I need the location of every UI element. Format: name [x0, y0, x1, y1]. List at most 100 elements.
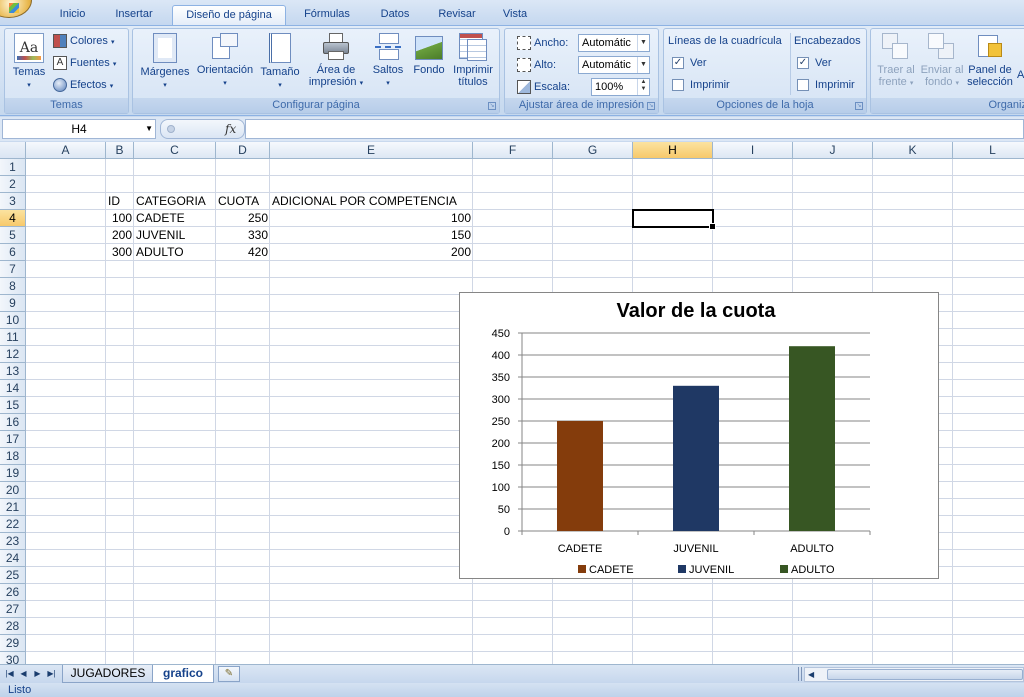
worksheet-grid[interactable]: ID CATEGORIA CUOTA ADICIONAL POR COMPETENCI…: [0, 142, 1024, 664]
colores-button[interactable]: Colores ▾: [53, 31, 114, 51]
column-header[interactable]: A: [26, 142, 106, 159]
row-header[interactable]: 14: [0, 380, 26, 397]
cell-E5[interactable]: 150: [270, 227, 473, 244]
panel-seleccion-button[interactable]: Panel de selección: [965, 31, 1015, 88]
scroll-thumb[interactable]: [827, 669, 1023, 680]
row-header[interactable]: 8: [0, 278, 26, 295]
column-header[interactable]: D: [216, 142, 270, 159]
traer-al-frente-button[interactable]: Traer al frente ▾: [873, 31, 919, 90]
row-header[interactable]: 10: [0, 312, 26, 329]
row-header[interactable]: 5: [0, 227, 26, 244]
column-header[interactable]: F: [473, 142, 553, 159]
prev-sheet-icon[interactable]: ◀: [18, 668, 29, 680]
column-header[interactable]: I: [713, 142, 793, 159]
first-sheet-icon[interactable]: |◀: [4, 668, 15, 680]
row-header[interactable]: 7: [0, 261, 26, 278]
opciones-launcher-icon[interactable]: ↘: [855, 102, 863, 110]
cell-E4[interactable]: 100: [270, 210, 473, 227]
row-header[interactable]: 15: [0, 397, 26, 414]
cell-D4[interactable]: 250: [216, 210, 270, 227]
efectos-button[interactable]: Efectos ▾: [53, 75, 113, 95]
row-header[interactable]: 27: [0, 601, 26, 618]
encabezados-imprimir-checkbox[interactable]: Imprimir: [797, 75, 855, 95]
cell-E6[interactable]: 200: [270, 244, 473, 261]
cell-D6[interactable]: 420: [216, 244, 270, 261]
lineas-imprimir-checkbox[interactable]: Imprimir: [672, 75, 730, 95]
row-header[interactable]: 1: [0, 159, 26, 176]
encabezados-ver-checkbox[interactable]: ✓ Ver: [797, 53, 832, 73]
column-header[interactable]: H: [633, 142, 713, 159]
column-header[interactable]: J: [793, 142, 873, 159]
select-all-corner[interactable]: [0, 142, 26, 159]
row-header[interactable]: 13: [0, 363, 26, 380]
sheet-tab-1[interactable]: grafico: [152, 665, 214, 683]
row-header[interactable]: 4: [0, 210, 26, 227]
row-header[interactable]: 12: [0, 346, 26, 363]
row-header[interactable]: 28: [0, 618, 26, 635]
row-header[interactable]: 11: [0, 329, 26, 346]
tab-4[interactable]: Datos: [370, 5, 420, 26]
name-box[interactable]: H4 ▼: [2, 119, 156, 139]
horizontal-scrollbar[interactable]: ◀: [804, 667, 1024, 682]
row-header[interactable]: 30: [0, 652, 26, 664]
row-header[interactable]: 22: [0, 516, 26, 533]
scroll-left-icon[interactable]: ◀: [808, 668, 814, 681]
active-cell-cursor[interactable]: [632, 209, 716, 230]
escala-spinner[interactable]: 100% ▲ ▼: [591, 78, 650, 96]
row-header[interactable]: 16: [0, 414, 26, 431]
row-header[interactable]: 23: [0, 533, 26, 550]
row-header[interactable]: 6: [0, 244, 26, 261]
tab-3[interactable]: Fórmulas: [292, 5, 362, 26]
row-header[interactable]: 17: [0, 431, 26, 448]
area-impresion-button[interactable]: Área de impresión ▾: [305, 31, 367, 90]
row-header[interactable]: 29: [0, 635, 26, 652]
row-header[interactable]: 3: [0, 193, 26, 210]
row-header[interactable]: 2: [0, 176, 26, 193]
row-header[interactable]: 21: [0, 499, 26, 516]
row-header[interactable]: 25: [0, 567, 26, 584]
row-header[interactable]: 19: [0, 465, 26, 482]
column-header[interactable]: C: [134, 142, 216, 159]
column-header[interactable]: K: [873, 142, 953, 159]
tab-2[interactable]: Diseño de página: [172, 5, 286, 26]
configurar-launcher-icon[interactable]: ↘: [488, 102, 496, 110]
bar-chart[interactable]: Valor de la cuota 0 50 100 150 200 250 300 350 40…: [459, 292, 939, 579]
row-header[interactable]: 20: [0, 482, 26, 499]
last-sheet-icon[interactable]: ▶|: [46, 668, 57, 680]
row-header[interactable]: 26: [0, 584, 26, 601]
enviar-al-fondo-button[interactable]: Enviar al fondo ▾: [919, 31, 965, 90]
saltos-button[interactable]: Saltos ▾: [367, 31, 409, 90]
next-sheet-icon[interactable]: ▶: [32, 668, 43, 680]
fuentes-button[interactable]: A Fuentes ▾: [53, 53, 116, 73]
tab-5[interactable]: Revisar: [426, 5, 488, 26]
temas-button[interactable]: Aa Temas ▾: [9, 31, 49, 92]
cell-E3[interactable]: ADICIONAL POR COMPETENCIA: [270, 193, 530, 210]
row-header[interactable]: 24: [0, 550, 26, 567]
tab-1[interactable]: Insertar: [104, 5, 164, 26]
margenes-button[interactable]: Márgenes ▾: [137, 31, 193, 92]
row-header[interactable]: 9: [0, 295, 26, 312]
column-header[interactable]: E: [270, 142, 473, 159]
cell-B4[interactable]: 100: [106, 210, 134, 227]
sheet-tab-0[interactable]: JUGADORES: [62, 665, 154, 683]
tab-splitter[interactable]: [798, 667, 802, 681]
column-header[interactable]: B: [106, 142, 134, 159]
alto-combo[interactable]: Automátic ▼: [578, 56, 650, 74]
column-header[interactable]: L: [953, 142, 1024, 159]
insert-function-icon[interactable]: fx: [225, 122, 236, 136]
column-header[interactable]: G: [553, 142, 633, 159]
row-header[interactable]: 18: [0, 448, 26, 465]
cell-B5[interactable]: 200: [106, 227, 134, 244]
ajustar-launcher-icon[interactable]: ↘: [647, 102, 655, 110]
formula-input[interactable]: [245, 119, 1024, 139]
cell-D5[interactable]: 330: [216, 227, 270, 244]
imprimir-titulos-button[interactable]: Imprimir títulos: [449, 31, 497, 88]
fondo-button[interactable]: Fondo: [409, 31, 449, 76]
office-button[interactable]: [0, 0, 32, 18]
tab-0[interactable]: Inicio: [45, 5, 100, 26]
ancho-combo[interactable]: Automátic ▼: [578, 34, 650, 52]
tamano-button[interactable]: Tamaño ▾: [257, 31, 303, 92]
orientacion-button[interactable]: Orientación ▾: [193, 31, 257, 90]
insert-sheet-icon[interactable]: ✎: [218, 666, 240, 682]
lineas-ver-checkbox[interactable]: ✓ Ver: [672, 53, 707, 73]
